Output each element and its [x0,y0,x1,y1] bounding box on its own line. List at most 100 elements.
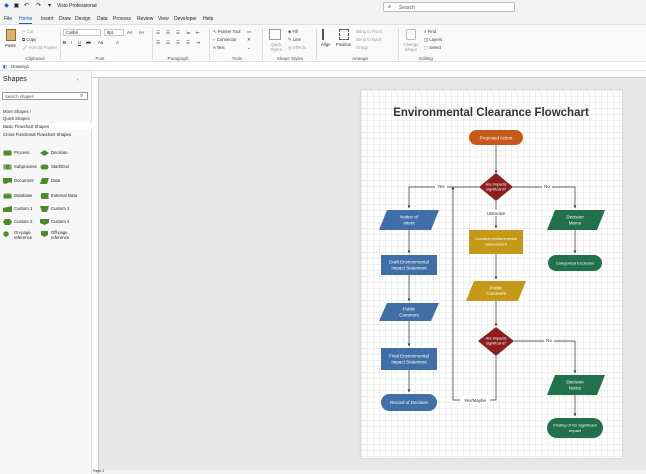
menu-home[interactable]: Home [19,16,33,24]
document-tab[interactable]: Drawing1 [11,64,29,69]
align-center-icon[interactable]: ☰ [166,40,170,46]
menu-file[interactable]: File [4,16,12,22]
save-icon[interactable]: ▣ [13,3,20,10]
node-decision-memo-line1: Decision [566,215,584,220]
close-shape-icon[interactable]: ✕ [247,37,251,43]
menu-process[interactable]: Process [113,16,131,22]
rectangle-icon[interactable]: ▭ [247,29,251,35]
shapes-pane: Shapes ‹ Search shapes ⌕ More Shapes › Q… [0,71,92,474]
menu-insert[interactable]: Insert [41,16,54,22]
text-direction-icon[interactable]: ⇥ [196,40,200,46]
menu-draw[interactable]: Draw [59,16,71,22]
underline-icon[interactable]: U [78,40,81,45]
edge-label-no: No [544,184,550,189]
align-top-icon[interactable]: ☰ [156,30,160,36]
decrease-indent-icon[interactable]: ⇤ [196,30,200,36]
page-tab-1[interactable]: Page-1 [93,469,104,473]
decrease-font-icon[interactable]: A˅ [139,30,144,35]
cut-button[interactable]: ✂ Cut [22,29,33,35]
paste-icon[interactable] [6,29,16,41]
font-color-icon[interactable]: A [116,40,119,45]
start-end-shape-icon [40,164,49,170]
node-decision-notice-line2: Notice [569,386,582,391]
node-record-label: Record of Decision [390,400,429,405]
menu-view[interactable]: View [158,16,169,22]
app-title: Visio Professional [57,3,97,9]
menu-review[interactable]: Review [137,16,153,22]
connector-button[interactable]: ⌐ Connector [213,37,237,42]
position-button[interactable]: Position [336,42,351,47]
format-painter-button[interactable]: 🖌 Format Painter [22,45,57,51]
send-to-back-button[interactable]: Send to Back [356,37,382,42]
pointer-tool-button[interactable]: ↖ Pointer Tool [213,29,240,35]
align-bottom-icon[interactable]: ☰ [176,30,180,36]
bold-icon[interactable]: B [63,40,66,45]
quick-styles-button[interactable]: Quick Styles [268,42,284,52]
fill-button[interactable]: ◈ Fill [288,29,298,35]
flowchart-title: Environmental Clearance Flowchart [393,107,589,119]
paste-button[interactable]: Paste [5,43,16,48]
bring-to-front-button[interactable]: Bring to Front [356,29,382,34]
italic-icon[interactable]: I [71,40,72,45]
align-left-icon[interactable]: ☰ [156,40,160,46]
font-name-select[interactable]: Calibri [63,29,101,36]
database-shape-icon [3,193,12,199]
node-draft-eis-line1: Draft Environmental [389,260,429,265]
change-shape-button[interactable]: Change Shape [402,42,420,52]
more-tools-icon[interactable]: ⌄ [247,45,251,51]
visio-logo-icon: ◆ [4,3,9,9]
edge-label-yes: Yes [437,184,445,189]
quick-shapes-link[interactable]: Quick Shapes [3,116,30,121]
menu-design[interactable]: Design [75,16,91,22]
quick-styles-icon[interactable] [269,29,281,40]
align-button[interactable]: Align [321,42,331,47]
align-right-icon[interactable]: ☰ [176,40,180,46]
shape-external-data-label: External Data [51,193,78,198]
copy-button[interactable]: ⧉ Copy [22,37,36,42]
menu-help[interactable]: Help [203,16,213,22]
search-shapes-input[interactable]: Search shapes ⌕ [2,92,88,100]
flowchart-diagram: Environmental Clearance Flowchart Yes No [379,107,605,438]
shape-database-label: Database [14,193,33,198]
increase-font-icon[interactable]: A˄ [127,30,132,35]
ribbon: Paste ✂ Cut ⧉ Copy 🖌 Format Painter Clip… [0,24,646,62]
search-icon[interactable]: ⌕ [80,93,83,100]
node-final-eis-line1: Final Environmental [389,354,429,359]
group-button[interactable]: Group [356,45,368,50]
justify-icon[interactable]: ☰ [186,40,190,46]
change-shape-icon[interactable] [406,29,416,40]
align-middle-icon[interactable]: ☰ [166,30,170,36]
menu-data[interactable]: Data [97,16,108,22]
stencil-basic-flowchart[interactable]: Basic Flowchart Shapes [0,123,92,130]
bullets-icon[interactable]: ≔ [186,30,190,36]
effects-button[interactable]: ◎ Effects [288,45,306,51]
search-placeholder: Search [399,5,415,11]
layers-button[interactable]: ◫ Layers [424,37,442,43]
redo-icon[interactable]: ↷ [35,3,42,10]
font-size-select[interactable]: 8pt. [104,29,124,36]
find-label: Find [427,29,436,34]
more-shapes-link[interactable]: More Shapes › [3,109,31,114]
collapse-pane-icon[interactable]: ‹ [77,77,78,82]
find-button[interactable]: ⌕ Find [424,29,436,34]
custom-2-shape-icon [40,206,49,212]
customize-quick-access-icon[interactable]: ▾ [46,3,53,10]
format-painter-label: Format Painter [28,45,58,50]
position-icon[interactable] [339,29,349,40]
drawing-page[interactable]: Environmental Clearance Flowchart Yes No [361,90,622,458]
menu-developer[interactable]: Developer [174,16,197,22]
align-icon[interactable] [322,29,332,40]
text-tool-button[interactable]: A Text [213,45,225,50]
search-input[interactable]: ⌕ Search [383,2,515,12]
select-button[interactable]: ⬚ Select [424,45,441,51]
search-icon: ⌕ [388,4,392,10]
shapes-pane-title: Shapes [3,76,27,83]
line-button[interactable]: ✎ Line [288,37,301,43]
strikethrough-icon[interactable]: ab [86,40,91,45]
undo-icon[interactable]: ↶ [23,3,30,10]
decision-shape-icon [40,150,49,156]
shape-subprocess-label: Subprocess [14,164,37,169]
line-label: Line [292,37,301,42]
change-case-icon[interactable]: Aa [98,40,103,45]
stencil-cross-functional[interactable]: Cross-Functional Flowchart Shapes [0,131,92,138]
